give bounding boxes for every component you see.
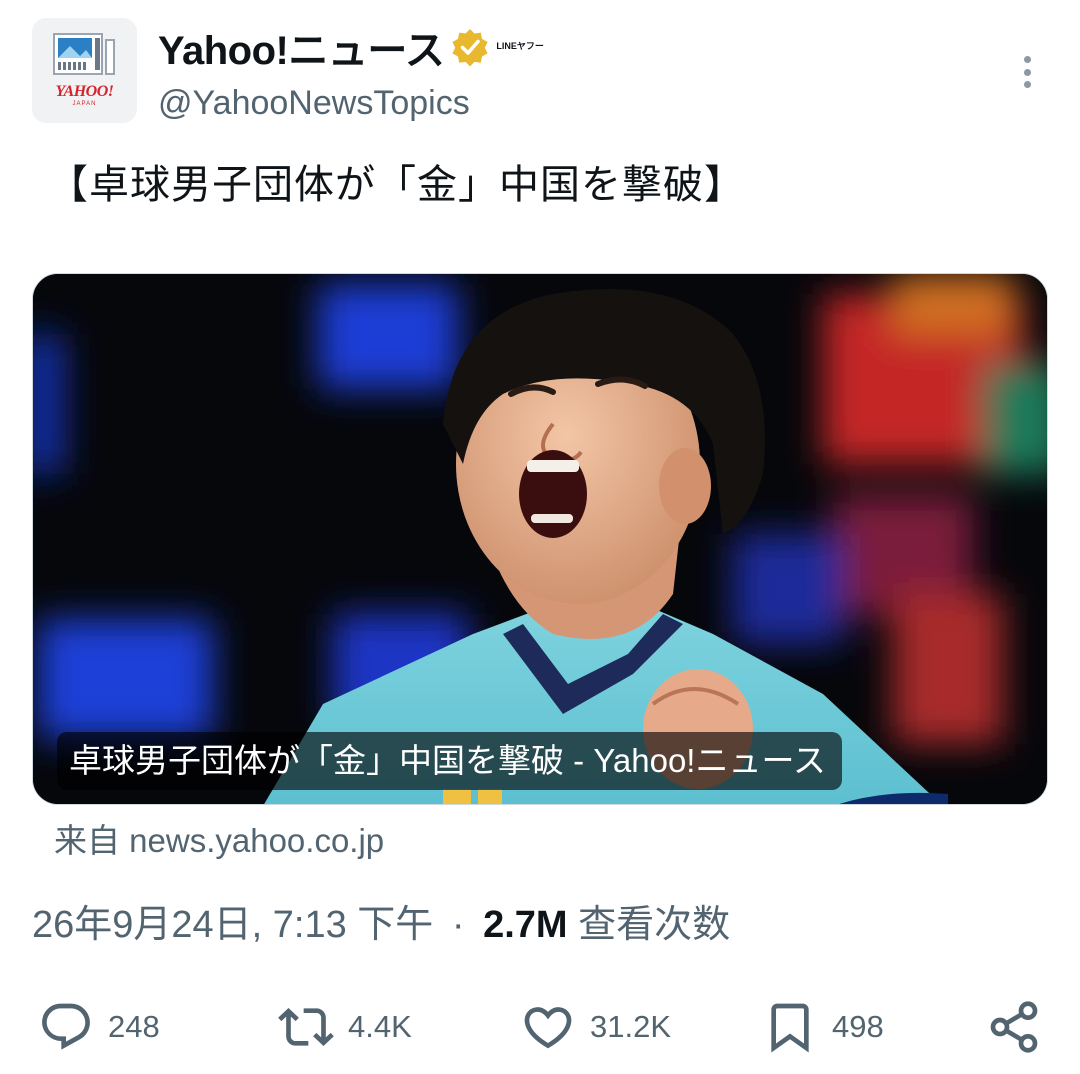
card-source-link[interactable]: 来自 news.yahoo.co.jp (54, 814, 384, 862)
views-count[interactable]: 2.7M (483, 904, 567, 946)
heart-icon (524, 1007, 572, 1049)
account-avatar[interactable]: YAHOO! JAPAN (32, 18, 137, 123)
post-timestamp[interactable]: 26年9月24日, 7:13 下午 (32, 904, 433, 946)
like-count: 31.2K (590, 1009, 672, 1044)
repost-count: 4.4K (348, 1009, 412, 1044)
post-text: 【卓球男子団体が「金」中国を撃破】 (48, 163, 745, 207)
account-handle[interactable]: @YahooNewsTopics (158, 84, 470, 123)
card-caption: 卓球男子団体が「金」中国を撃破 - Yahoo!ニュース (57, 732, 842, 790)
bookmark-button[interactable]: 498 (762, 992, 884, 1062)
account-name-row: Yahoo!ニュース LINEヤフー (158, 22, 544, 73)
affiliation-badge[interactable]: LINEヤフー (496, 39, 544, 52)
bookmark-count: 498 (832, 1009, 884, 1044)
display-name[interactable]: Yahoo!ニュース (158, 18, 445, 76)
reply-icon (42, 1003, 90, 1050)
share-button[interactable] (986, 992, 1042, 1062)
post-meta: 26年9月24日, 7:13 下午 · 2.7M 查看次数 (32, 893, 730, 948)
reply-button[interactable]: 248 (38, 992, 160, 1062)
post-page: YAHOO! JAPAN Yahoo!ニュース LINEヤフー @YahooNe… (0, 0, 1080, 1074)
action-bar: 248 4.4K 31.2K 498 (0, 992, 1080, 1062)
bookmark-icon (771, 1003, 809, 1053)
repost-icon (278, 1008, 334, 1046)
verified-badge-icon[interactable] (450, 27, 490, 67)
reply-count: 248 (108, 1009, 160, 1044)
views-label[interactable]: 查看次数 (578, 904, 730, 946)
news-logo-icon (52, 33, 115, 75)
card-photo (33, 274, 1047, 804)
share-icon (990, 1001, 1038, 1053)
meta-separator: · (451, 904, 465, 946)
repost-button[interactable]: 4.4K (278, 992, 412, 1062)
like-button[interactable]: 31.2K (520, 992, 671, 1062)
more-options-icon[interactable] (1016, 52, 1038, 92)
yahoo-logo-text: YAHOO! (55, 83, 114, 100)
yahoo-logo-subtext: JAPAN (72, 101, 97, 107)
link-preview-card[interactable]: 卓球男子団体が「金」中国を撃破 - Yahoo!ニュース (32, 273, 1048, 805)
